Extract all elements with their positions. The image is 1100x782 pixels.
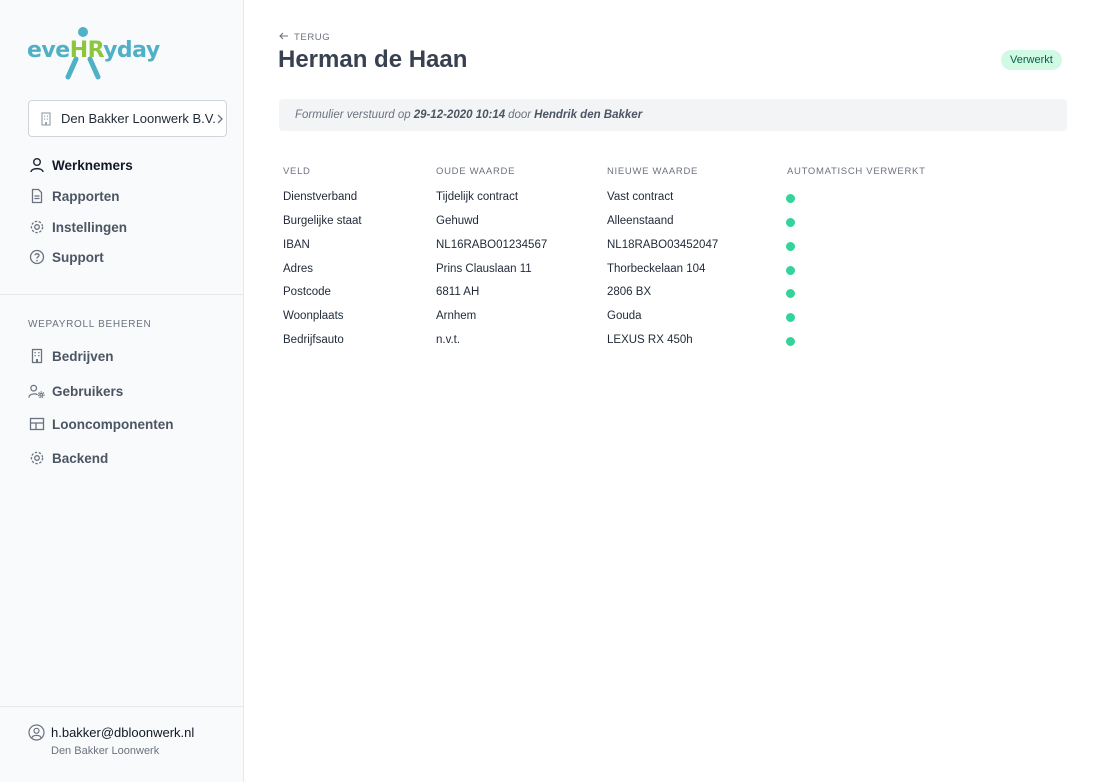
table-row: IBAN NL16RABO01234567 NL18RABO03452047 [283, 239, 943, 259]
everyday-logo[interactable]: eveHRyday [27, 26, 160, 80]
column-header-oude-waarde: OUDE WAARDE [436, 166, 516, 177]
cell-new-value: LEXUS RX 450h [607, 334, 693, 346]
processed-status-dot [786, 242, 795, 251]
info-datetime: 29-12-2020 10:14 [413, 109, 506, 121]
processed-status-dot [786, 337, 795, 346]
document-icon [28, 188, 45, 205]
cell-old-value: Prins Clauslaan 11 [436, 263, 532, 275]
column-header-nieuwe-waarde: NIEUWE WAARDE [607, 166, 699, 177]
arrow-left-icon [279, 31, 289, 43]
nav-item-label: Support [52, 249, 104, 265]
cell-new-value: Gouda [607, 310, 642, 322]
help-icon [28, 249, 45, 266]
user-icon [28, 157, 45, 174]
processed-status-dot [786, 194, 795, 203]
nav-item-label: Instellingen [52, 219, 128, 235]
cell-old-value: Tijdelijk contract [436, 191, 519, 203]
table-row: Dienstverband Tijdelijk contract Vast co… [283, 191, 943, 211]
nav-item-label: Bedrijven [52, 348, 114, 364]
cell-field: Woonplaats [283, 310, 344, 322]
table-row: Burgelijke staat Gehuwd Alleenstaand [283, 215, 943, 235]
user-gear-icon [28, 383, 45, 400]
cell-old-value: n.v.t. [436, 334, 461, 346]
cell-field: Dienstverband [283, 191, 358, 203]
nav-item-label: Backend [52, 450, 109, 466]
nav-item-backend[interactable]: Backend [28, 447, 108, 469]
back-link-label: TERUG [294, 31, 331, 43]
sidebar-divider [0, 294, 244, 295]
table-icon [28, 416, 45, 433]
processed-status-dot [786, 313, 795, 322]
cell-old-value: Arnhem [436, 310, 477, 322]
page-title: Herman de Haan [278, 46, 468, 73]
nav-item-support[interactable]: Support [28, 246, 104, 268]
info-author: Hendrik den Bakker [534, 109, 643, 121]
nav-item-instellingen[interactable]: Instellingen [28, 216, 127, 238]
cell-field: IBAN [283, 239, 310, 251]
table-row: Bedrijfsauto n.v.t. LEXUS RX 450h [283, 334, 943, 354]
nav-item-label: Gebruikers [52, 383, 124, 399]
submission-info-bar: Formulier verstuurd op 29-12-2020 10:14 … [279, 99, 1067, 131]
cell-field: Adres [283, 263, 314, 275]
table-row: Postcode 6811 AH 2806 BX [283, 286, 943, 306]
user-org: Den Bakker Loonwerk [51, 745, 160, 757]
processed-status-dot [786, 218, 795, 227]
cell-field: Bedrijfsauto [283, 334, 344, 346]
chevron-right-icon [216, 114, 224, 124]
nav-item-rapporten[interactable]: Rapporten [28, 185, 120, 207]
sidebar: eveHRyday Den Bakker Loonwerk B.V. Werkn… [0, 0, 244, 782]
info-prefix: Formulier verstuurd op [295, 109, 411, 121]
cell-new-value: Vast contract [607, 191, 674, 203]
cell-old-value: 6811 AH [436, 286, 480, 298]
cell-old-value: Gehuwd [436, 215, 479, 227]
processed-status-dot [786, 266, 795, 275]
nav-item-bedrijven[interactable]: Bedrijven [28, 345, 114, 367]
cell-new-value: 2806 BX [607, 286, 652, 298]
column-header-automatisch-verwerkt: AUTOMATISCH VERWERKT [787, 166, 926, 177]
gear-icon [28, 450, 45, 467]
building-icon [28, 348, 45, 365]
user-email: h.bakker@dbloonwerk.nl [51, 725, 195, 740]
status-badge: Verwerkt [1001, 50, 1062, 70]
nav-item-looncomponenten[interactable]: Looncomponenten [28, 413, 174, 435]
cell-field: Burgelijke staat [283, 215, 362, 227]
admin-section-title: WEPAYROLL BEHEREN [28, 319, 152, 330]
cell-new-value: Alleenstaand [607, 215, 674, 227]
gear-icon [28, 219, 45, 236]
nav-item-label: Rapporten [52, 188, 120, 204]
cell-new-value: Thorbeckelaan 104 [607, 263, 706, 275]
nav-item-werknemers[interactable]: Werknemers [28, 154, 133, 176]
back-link[interactable]: TERUG [279, 31, 330, 43]
company-selector[interactable]: Den Bakker Loonwerk B.V. [28, 100, 227, 137]
processed-status-dot [786, 289, 795, 298]
cell-new-value: NL18RABO03452047 [607, 239, 719, 251]
nav-item-label: Looncomponenten [52, 416, 174, 432]
column-header-veld: VELD [283, 166, 311, 177]
logo-wordmark: eveHRyday [27, 38, 160, 63]
cell-field: Postcode [283, 286, 331, 298]
building-icon [39, 111, 53, 126]
user-circle-icon [28, 724, 45, 741]
sidebar-divider [0, 706, 244, 707]
nav-item-label: Werknemers [52, 157, 133, 173]
cell-old-value: NL16RABO01234567 [436, 239, 548, 251]
table-row: Adres Prins Clauslaan 11 Thorbeckelaan 1… [283, 263, 943, 283]
info-middle: door [508, 109, 532, 121]
company-selector-label: Den Bakker Loonwerk B.V. [61, 111, 216, 126]
table-row: Woonplaats Arnhem Gouda [283, 310, 943, 330]
nav-item-gebruikers[interactable]: Gebruikers [28, 380, 123, 402]
